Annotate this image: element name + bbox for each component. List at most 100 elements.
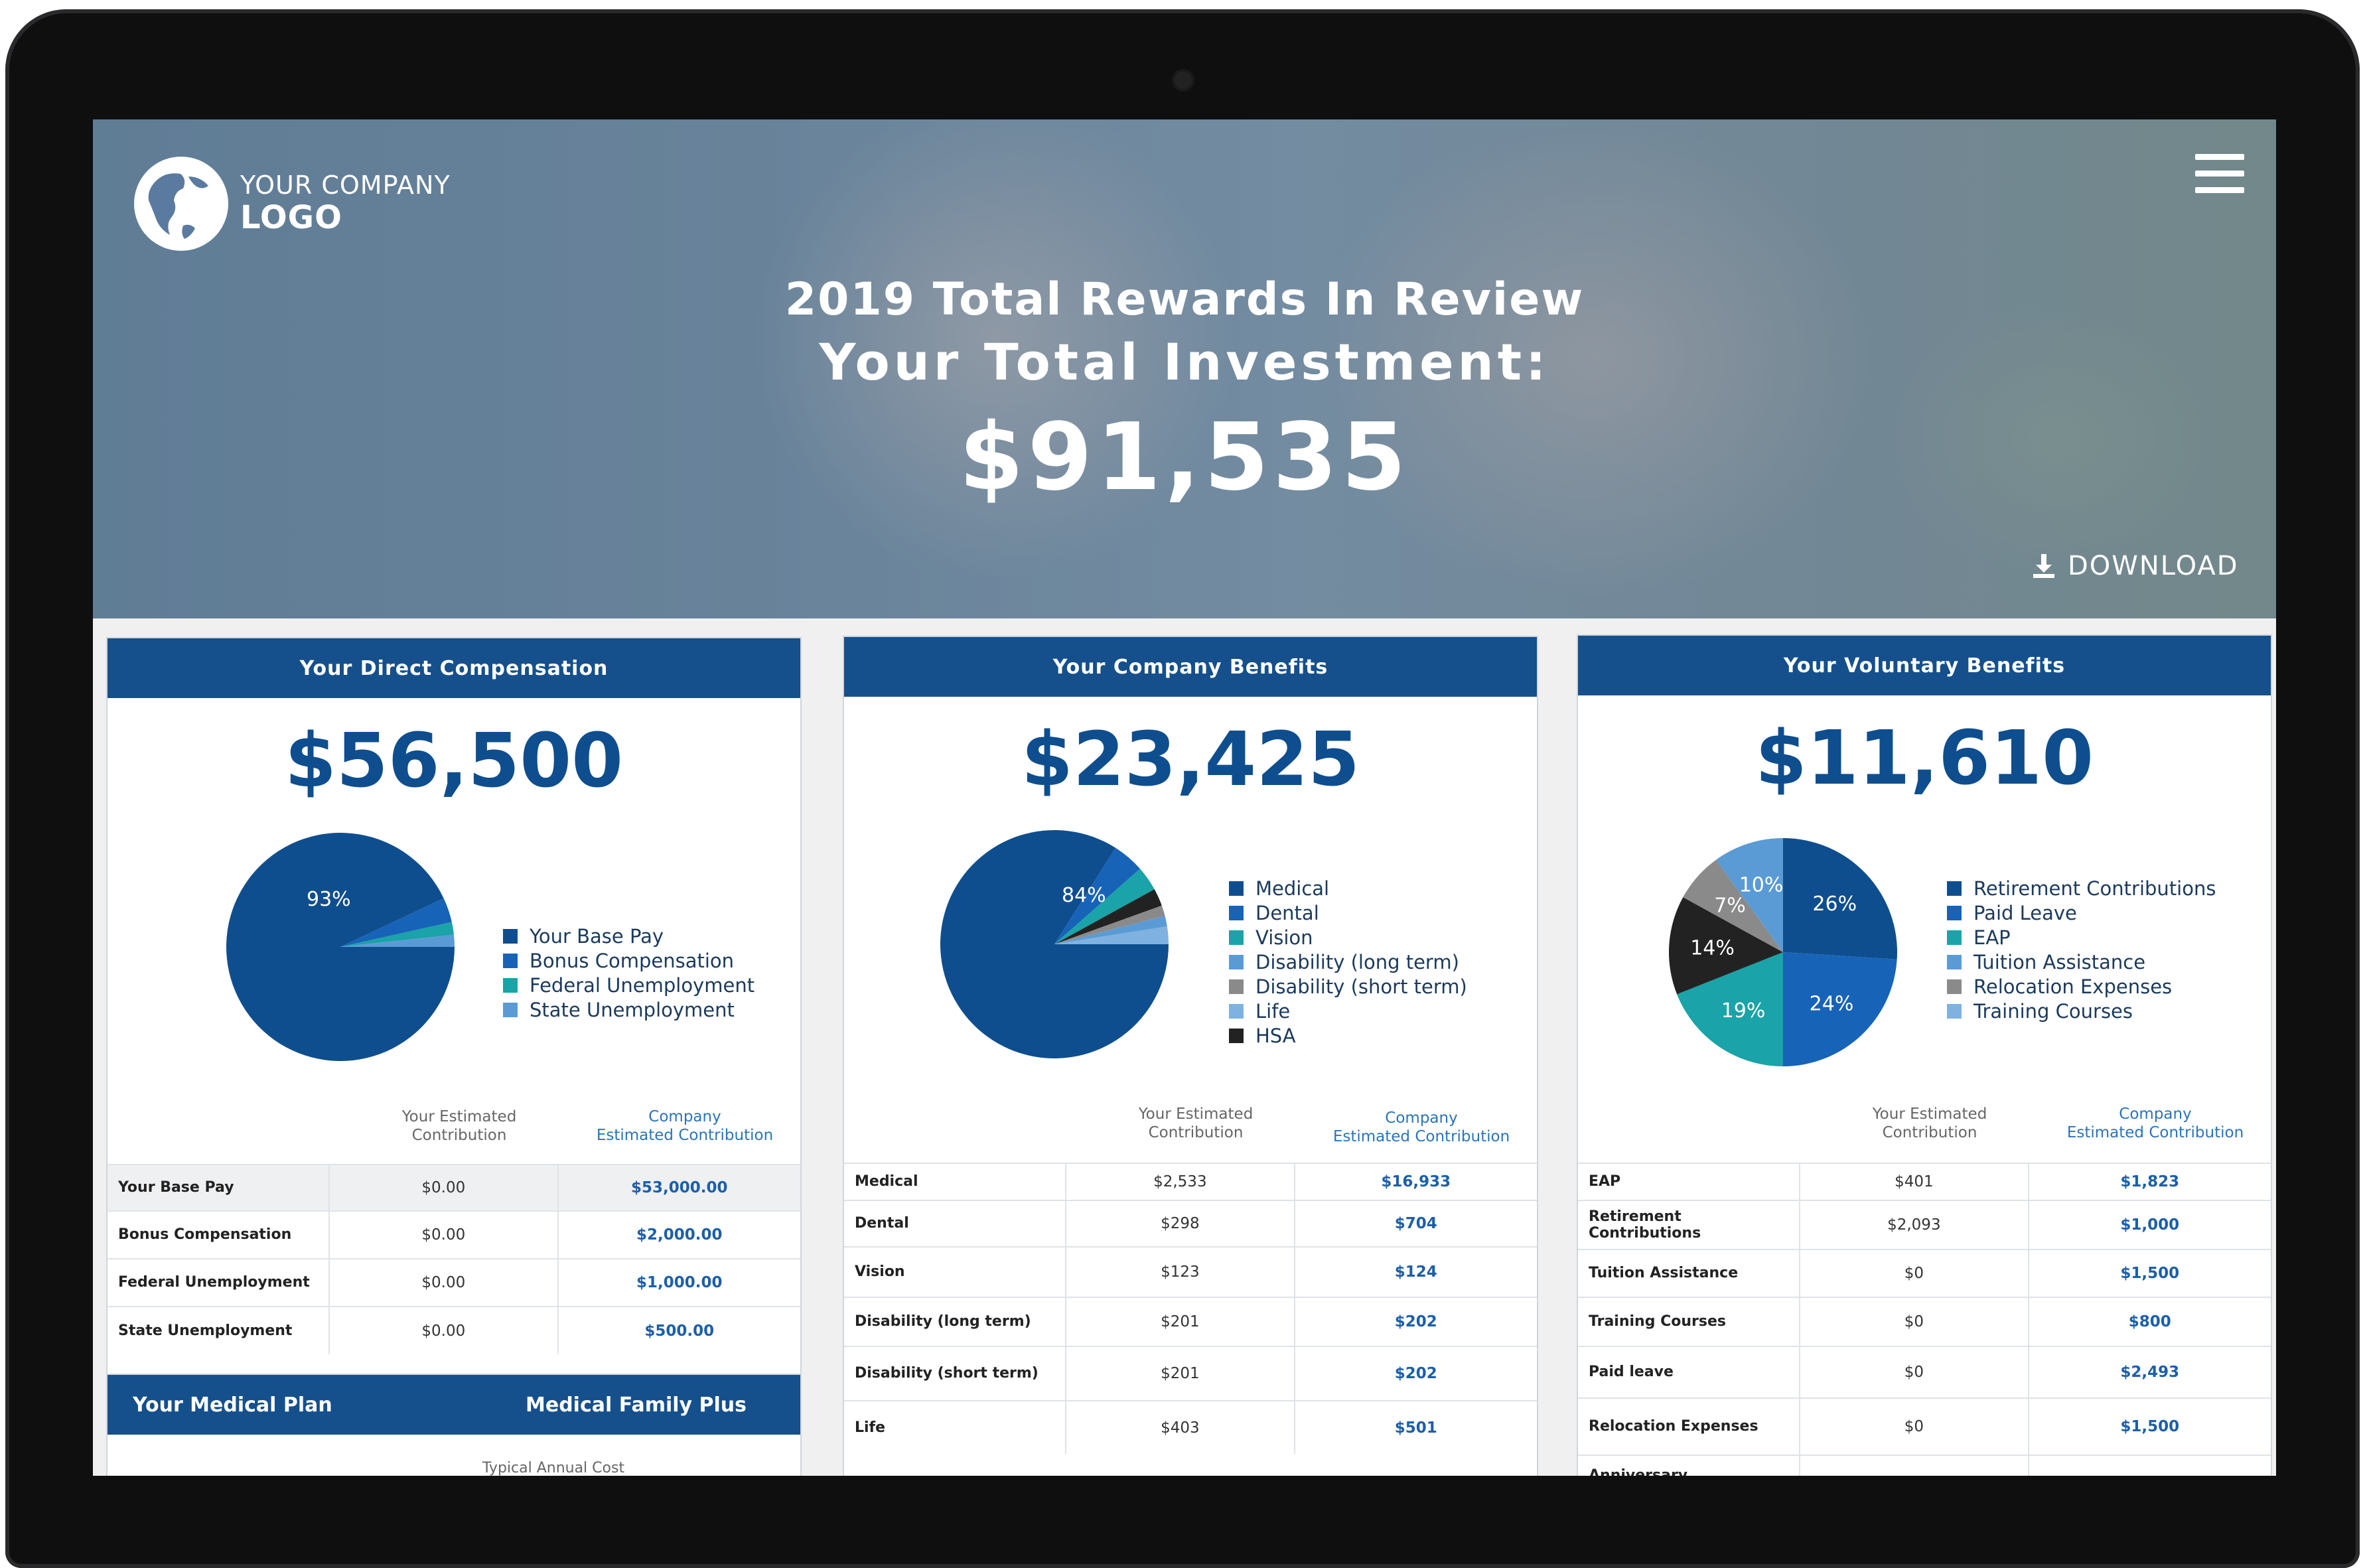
pie-slice-label: 26%	[1812, 892, 1857, 916]
legend-item: Disability (long term)	[1229, 950, 1467, 974]
legend-item: Relocation Expenses	[1947, 974, 2216, 999]
table-row: Disability (long term) $201 $202	[844, 1297, 1537, 1346]
row-you-value: $0	[1800, 1346, 2029, 1398]
company-card-title: Your Company Benefits	[844, 637, 1537, 697]
legend-label: Retirement Contributions	[1973, 877, 2216, 900]
table-row: Disability (short term) $201 $202	[844, 1346, 1537, 1401]
legend-item: Disability (short term)	[1229, 974, 1467, 999]
medical-plan-name: Medical Family Plus	[526, 1393, 747, 1417]
legend-swatch	[1947, 1003, 1962, 1019]
row-you-value: $2,093	[1800, 1200, 2029, 1249]
legend-item: HSA	[1229, 1023, 1467, 1048]
company-legend: Medical Dental Vision Disability (long term…	[1229, 876, 1467, 1048]
row-you-value	[1800, 1455, 2029, 1476]
legend-label: Life	[1255, 999, 1291, 1023]
row-you-value: $0.00	[329, 1210, 559, 1259]
direct-pie-chart	[226, 833, 455, 1061]
legend-item: Retirement Contributions	[1947, 876, 2216, 900]
row-you-value: $0.00	[329, 1258, 559, 1307]
row-company-value: $1,000	[2028, 1200, 2271, 1249]
row-company-value: $800	[2028, 1297, 2271, 1346]
row-company-value: $1,000.00	[557, 1258, 800, 1307]
row-company-value: $500.00	[557, 1306, 800, 1354]
row-label: Dental	[844, 1200, 1067, 1247]
table-row: EAP $401 $1,823	[1578, 1163, 2271, 1200]
download-button[interactable]: DOWNLOAD	[2031, 551, 2239, 581]
row-you-value: $298	[1066, 1200, 1295, 1247]
row-label: Federal Unemployment	[107, 1258, 330, 1307]
company-logo[interactable]: YOUR COMPANY LOGO	[134, 157, 451, 251]
legend-swatch	[1947, 930, 1962, 945]
title-line1: 2019 Total Rewards In Review	[784, 273, 1585, 326]
voluntary-col-company-header: Company Estimated Contribution	[2066, 1105, 2244, 1141]
company-pie-label: 84%	[1062, 884, 1106, 907]
table-row: Training Courses $0 $800	[1578, 1297, 2271, 1346]
legend-item: Dental	[1229, 900, 1467, 925]
voluntary-pie-chart: 26% 24% 19% 14% 7%10%	[1669, 838, 1897, 1066]
table-row: Paid leave $0 $2,493	[1578, 1346, 2271, 1398]
webcam	[1175, 72, 1192, 89]
globe-icon	[134, 157, 228, 251]
legend-swatch	[1229, 954, 1244, 969]
company-table: Medical $2,533 $16,933 Dental $298 $704 Vision…	[844, 1163, 1537, 1454]
medical-plan-title: Your Medical Plan	[133, 1393, 332, 1417]
row-label: Bonus Compensation	[107, 1210, 330, 1259]
legend-label: Disability (short term)	[1255, 975, 1467, 998]
legend-item: State Unemployment	[503, 997, 754, 1022]
legend-label: Bonus Compensation	[530, 949, 735, 972]
company-total: $23,425	[1021, 717, 1360, 803]
pie-slice-label: 24%	[1810, 993, 1854, 1016]
row-label: Anniversary	[1578, 1455, 1801, 1476]
row-label: Disability (short term)	[844, 1346, 1067, 1401]
pie-slice-label: 14%	[1690, 936, 1735, 960]
table-row: Tuition Assistance $0 $1,500	[1578, 1249, 2271, 1297]
row-company-value: $1,500	[2028, 1249, 2271, 1297]
legend-swatch	[1947, 979, 1962, 994]
voluntary-legend: Retirement Contributions Paid Leave EAP Tui…	[1947, 876, 2216, 1023]
row-company-value: $202	[1294, 1297, 1537, 1346]
legend-label: Medical	[1255, 877, 1330, 900]
legend-swatch	[503, 928, 518, 944]
row-label: Retirement Contributions	[1578, 1200, 1801, 1249]
row-label: EAP	[1578, 1163, 1801, 1200]
company-pie-chart	[940, 830, 1169, 1058]
row-you-value: $201	[1066, 1297, 1295, 1346]
legend-item: Bonus Compensation	[503, 948, 754, 973]
legend-item: Tuition Assistance	[1947, 950, 2216, 974]
legend-label: HSA	[1255, 1024, 1296, 1047]
legend-swatch	[1229, 1003, 1244, 1019]
row-you-value: $2,533	[1066, 1163, 1295, 1200]
legend-item: Medical	[1229, 876, 1467, 900]
legend-item: Paid Leave	[1947, 900, 2216, 925]
row-company-value	[2028, 1455, 2271, 1476]
logo-line1: YOUR COMPANY	[240, 170, 451, 200]
legend-label: State Unemployment	[530, 998, 735, 1021]
direct-pie-label: 93%	[307, 888, 351, 911]
legend-label: Vision	[1255, 926, 1313, 949]
pie-slice-label: 10%	[1739, 874, 1784, 897]
legend-swatch	[1229, 1028, 1244, 1043]
row-company-value: $16,933	[1294, 1163, 1537, 1200]
row-you-value: $403	[1066, 1400, 1295, 1454]
direct-card-title: Your Direct Compensation	[107, 638, 800, 698]
direct-col-company-header: Company Estimated Contribution	[596, 1108, 774, 1144]
hamburger-menu-icon[interactable]	[2195, 154, 2244, 196]
voluntary-col-you-header: Your Estimated Contribution	[1872, 1105, 1987, 1141]
row-label: State Unemployment	[107, 1306, 330, 1354]
legend-item: EAP	[1947, 925, 2216, 950]
row-company-value: $2,493	[2028, 1346, 2271, 1398]
company-benefits-card: Your Company Benefits $23,425 84% Medica…	[843, 636, 1538, 1476]
legend-swatch	[1947, 905, 1962, 920]
row-you-value: $0	[1800, 1397, 2029, 1455]
pie-slice-label: 19%	[1721, 999, 1766, 1023]
legend-label: Your Base Pay	[530, 924, 664, 948]
row-company-value: $53,000.00	[557, 1164, 800, 1211]
voluntary-total: $11,610	[1755, 715, 2094, 802]
row-you-value: $401	[1800, 1163, 2029, 1200]
direct-legend: Your Base Pay Bonus Compensation Federal U…	[503, 924, 754, 1022]
direct-col-you-header: Your Estimated Contribution	[401, 1108, 517, 1144]
row-label: Relocation Expenses	[1578, 1397, 1801, 1455]
row-you-value: $0	[1800, 1249, 2029, 1297]
medical-plan-header: Your Medical Plan Medical Family Plus	[107, 1375, 800, 1435]
row-you-value: $201	[1066, 1346, 1295, 1401]
